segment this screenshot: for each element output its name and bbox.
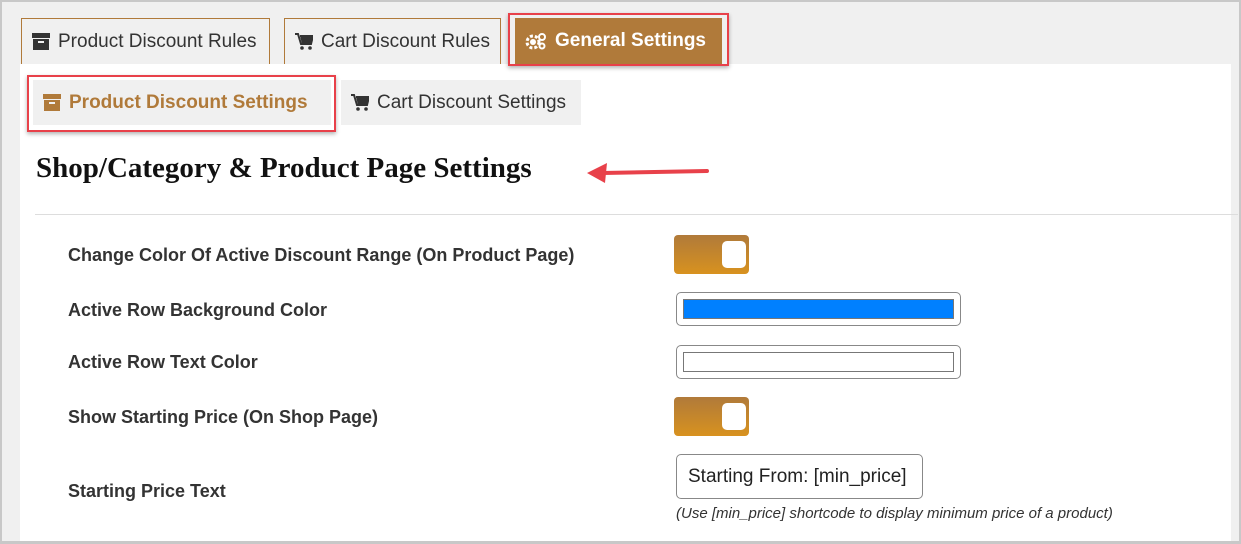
starting-price-hint: (Use [min_price] shortcode to display mi… [676, 505, 1113, 522]
tab-cart-discount-rules[interactable]: Cart Discount Rules [284, 18, 501, 64]
tab-product-discount-rules[interactable]: Product Discount Rules [21, 18, 270, 64]
active-text-label: Active Row Text Color [68, 352, 258, 372]
starting-text-label: Starting Price Text [68, 481, 226, 501]
change-color-label: Change Color Of Active Discount Range (O… [68, 245, 575, 265]
subtab-cart-discount-settings[interactable]: Cart Discount Settings [341, 80, 581, 125]
active-bg-label: Active Row Background Color [68, 300, 328, 320]
highlight-box [27, 75, 336, 132]
active-bg-color-picker[interactable] [676, 292, 961, 326]
change-color-toggle[interactable] [674, 235, 749, 274]
archive-icon [32, 33, 50, 50]
highlight-box [508, 13, 729, 66]
arrow-annotation-icon [587, 163, 709, 183]
divider [35, 214, 1238, 215]
active-text-color-picker[interactable] [676, 345, 961, 379]
section-title: Shop/Category & Product Page Settings [36, 152, 532, 184]
starting-price-text-input[interactable] [676, 454, 923, 499]
show-starting-price-toggle[interactable] [674, 397, 749, 436]
show-starting-label: Show Starting Price (On Shop Page) [68, 407, 379, 427]
cart-icon [351, 94, 369, 111]
cart-icon [295, 33, 313, 50]
